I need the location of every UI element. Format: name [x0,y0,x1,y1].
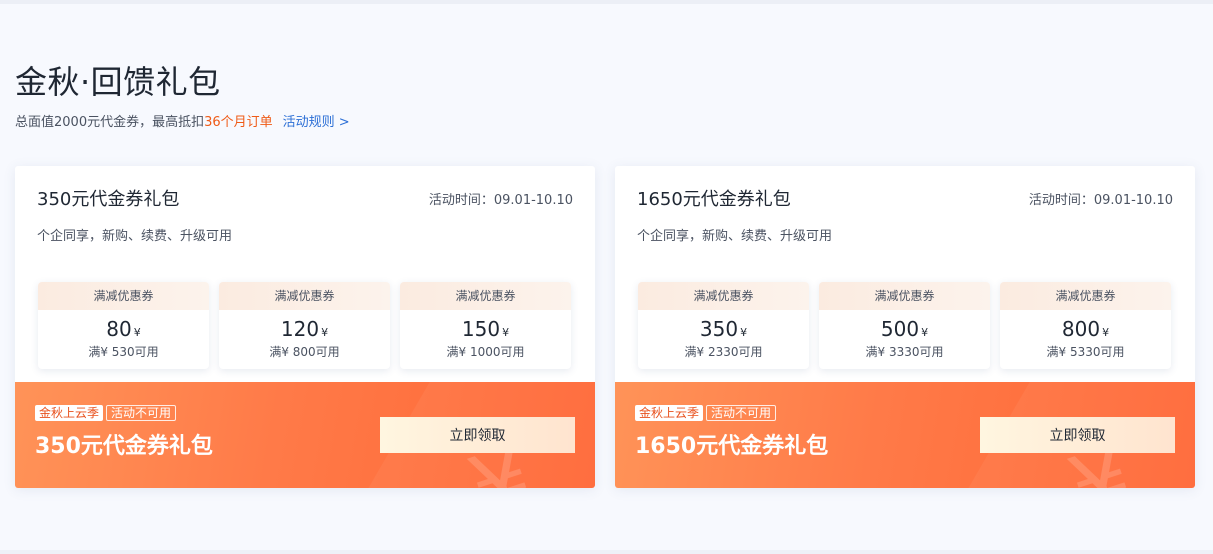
package-card-350: 350元代金券礼包 活动时间：09.01-10.10 个企同享，新购、续费、升级… [15,166,595,488]
coupon-value: 80 [106,317,132,341]
currency-symbol: ¥ [921,326,929,339]
coupon-condition: 满¥ 1000可用 [446,345,525,359]
package-title: 350元代金券礼包 [37,189,180,210]
coupon-condition: 满¥ 800可用 [269,345,340,359]
coupon-amount: 350 ¥ [638,316,809,342]
coupon-value: 120 [280,317,320,341]
package-description: 个企同享，新购、续费、升级可用 [637,229,833,244]
package-description: 个企同享，新购、续费、升级可用 [37,229,233,244]
coupon-condition: 满¥ 5330可用 [1046,345,1125,359]
coupon-list: 满减优惠券 80 ¥ 满¥ 530可用 满减优惠券 120 ¥ 满¥ 800可用 满… [38,282,572,370]
coupon-type: 满减优惠券 [1000,282,1171,310]
subtitle-text: 总面值2000元代金券，最高抵扣 [15,115,205,130]
coupon-type: 满减优惠券 [219,282,390,310]
package-title: 1650元代金券礼包 [637,189,791,210]
coupon-condition: 满¥ 530可用 [88,345,159,359]
coupon-type: 满减优惠券 [819,282,990,310]
coupon-card: 满减优惠券 150 ¥ 满¥ 1000可用 [400,282,571,369]
banner-tags: 金秋上云季 活动不可用 [635,405,777,424]
subtitle-highlight: 36个月订单 [204,115,273,130]
coupon-amount: 800 ¥ [1000,316,1171,342]
activity-time: 活动时间：09.01-10.10 [428,193,573,208]
coupon-value: 800 [1061,317,1101,341]
top-divider [0,0,1213,4]
coupon-type: 满减优惠券 [38,282,209,310]
coupon-card: 满减优惠券 120 ¥ 满¥ 800可用 [219,282,390,369]
status-badge: 活动不可用 [706,405,777,421]
banner-tags: 金秋上云季 活动不可用 [35,405,177,424]
banner-title: 1650元代金券礼包 [635,434,829,459]
coupon-type: 满减优惠券 [400,282,571,310]
coupon-card: 满减优惠券 500 ¥ 满¥ 3330可用 [819,282,990,369]
coupon-condition: 满¥ 3330可用 [865,345,944,359]
currency-symbol: ¥ [133,326,141,339]
coupon-list: 满减优惠券 350 ¥ 满¥ 2330可用 满减优惠券 500 ¥ 满¥ 3330可… [638,282,1172,370]
coupon-amount: 500 ¥ [819,316,990,342]
coupon-card: 满减优惠券 80 ¥ 满¥ 530可用 [38,282,209,369]
coupon-card: 满减优惠券 800 ¥ 满¥ 5330可用 [1000,282,1171,369]
bottom-divider [0,550,1213,554]
coupon-type: 满减优惠券 [638,282,809,310]
activity-time: 活动时间：09.01-10.10 [1028,193,1173,208]
currency-symbol: ¥ [502,326,510,339]
currency-symbol: ¥ [740,326,748,339]
package-banner: ¥ 金秋上云季 活动不可用 1650元代金券礼包 立即领取 [615,382,1195,488]
coupon-value: 350 [699,317,739,341]
season-tag: 金秋上云季 [635,405,704,421]
package-card-1650: 1650元代金券礼包 活动时间：09.01-10.10 个企同享，新购、续费、升… [615,166,1195,488]
claim-button[interactable]: 立即领取 [980,417,1175,453]
coupon-value: 500 [880,317,920,341]
package-banner: ¥ 金秋上云季 活动不可用 350元代金券礼包 立即领取 [15,382,595,488]
page-subtitle: 总面值2000元代金券，最高抵扣36个月订单 活动规则 > [15,114,350,132]
claim-button[interactable]: 立即领取 [380,417,575,453]
coupon-card: 满减优惠券 350 ¥ 满¥ 2330可用 [638,282,809,369]
banner-title: 350元代金券礼包 [35,434,213,459]
coupon-condition: 满¥ 2330可用 [684,345,763,359]
season-tag: 金秋上云季 [35,405,104,421]
coupon-value: 150 [461,317,501,341]
currency-symbol: ¥ [321,326,329,339]
page-title: 金秋·回馈礼包 [15,63,221,101]
activity-rules-link[interactable]: 活动规则 > [283,115,350,130]
currency-symbol: ¥ [1102,326,1110,339]
coupon-amount: 150 ¥ [400,316,571,342]
coupon-amount: 120 ¥ [219,316,390,342]
status-badge: 活动不可用 [106,405,177,421]
coupon-amount: 80 ¥ [38,316,209,342]
